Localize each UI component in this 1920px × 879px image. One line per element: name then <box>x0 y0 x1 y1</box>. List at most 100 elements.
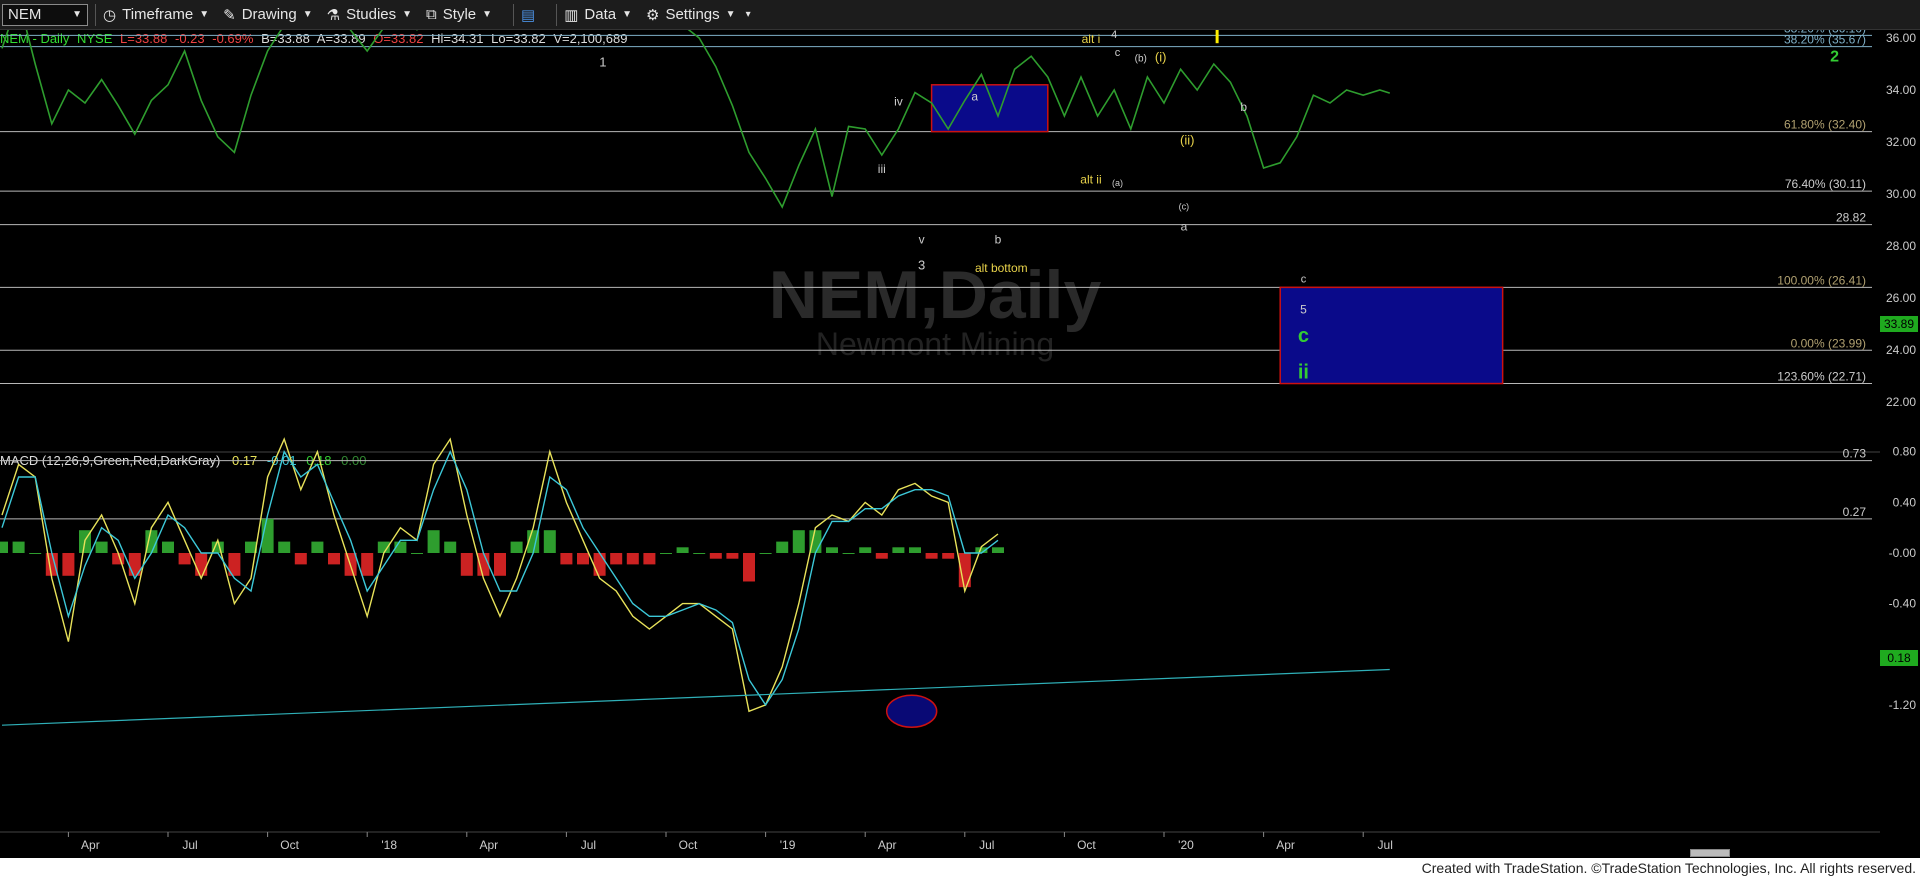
time-tick-label: Oct <box>679 838 698 852</box>
histogram-bar <box>610 553 623 565</box>
histogram-bar <box>942 553 955 559</box>
wave-label: c <box>1115 47 1121 59</box>
price-chart[interactable]: NEM - Daily NYSE L=33.88 -0.23 -0.69% B=… <box>0 30 1920 858</box>
target-box <box>930 84 1049 133</box>
histogram-bar <box>925 553 938 559</box>
histogram-bar <box>577 553 589 565</box>
histogram-bar <box>494 553 506 576</box>
symbol-input[interactable]: NEM ▼ <box>2 3 88 26</box>
wave-label: alt bottom <box>975 261 1028 275</box>
histogram-bar <box>311 541 324 553</box>
histogram-bar <box>12 541 25 553</box>
wave-label: alt ii <box>1080 173 1101 187</box>
low-price: Lo=33.82 <box>491 31 546 46</box>
drawing-label: Drawing <box>241 6 297 23</box>
time-tick-label: Jul <box>1378 838 1393 852</box>
wave-label: iv <box>894 95 903 109</box>
price-tick-label: 34.00 <box>1886 83 1916 97</box>
layout-button[interactable]: ▤ <box>521 6 535 24</box>
wave-label: (c) <box>1179 202 1190 212</box>
timeframe-menu[interactable]: ◷ Timeframe ▼ <box>103 6 209 24</box>
high-price: Hi=34.31 <box>431 31 483 46</box>
chevron-down-icon: ▼ <box>725 9 736 20</box>
histogram-bar <box>95 541 108 553</box>
chevron-down-icon: ▼ <box>72 9 82 20</box>
price-tick-label: 28.00 <box>1886 239 1916 253</box>
quote-header: NEM - Daily NYSE L=33.88 -0.23 -0.69% B=… <box>0 31 627 46</box>
toolbar-divider <box>513 3 515 26</box>
wave-label: a <box>971 89 978 103</box>
histogram-bar <box>776 541 789 553</box>
histogram-bar <box>294 553 307 565</box>
time-tick-label: '20 <box>1178 838 1194 852</box>
wave-label: 5 <box>1300 303 1307 317</box>
macd-tick-label: 0.40 <box>1893 495 1917 509</box>
macd-low-circle <box>885 694 938 728</box>
chevron-down-icon: ▼ <box>622 9 632 20</box>
histogram-bar <box>460 553 473 576</box>
wave-label: c <box>1298 325 1309 347</box>
time-axis: Apr Jul Oct '18 Apr Jul Oct '19 Apr Jul Oct '20 Apr J… <box>67 832 1393 852</box>
time-scrollbar[interactable] <box>1690 849 1730 857</box>
chevron-down-icon: ▼ <box>482 9 493 20</box>
histogram-bar <box>726 553 739 559</box>
macd-axis: 0.800.40-0.00-0.40-0.80-1.20 <box>1889 445 1917 712</box>
time-tick-label: Apr <box>479 838 498 852</box>
histogram-bar <box>162 541 174 553</box>
wave-label: alt i <box>1082 32 1101 46</box>
fib-level-label: 76.40% (30.11) <box>1785 177 1866 191</box>
toolbar: NEM ▼ ◷ Timeframe ▼ ✎ Drawing ▼ ⚗ Studie… <box>0 0 1920 30</box>
price-tick-label: 30.00 <box>1886 187 1916 201</box>
symbol-label: NEM - Daily <box>0 31 70 46</box>
histogram-bar <box>195 553 208 576</box>
studies-label: Studies <box>346 6 397 23</box>
histogram-bar <box>992 547 1004 553</box>
histogram-bar <box>909 547 921 553</box>
histogram-bar <box>859 547 872 553</box>
flask-icon: ⚗ <box>326 6 341 24</box>
time-tick-label: Jul <box>182 838 197 852</box>
macd-value-marker: 0.18 <box>1880 650 1918 666</box>
time-tick-label: Jul <box>979 838 994 852</box>
style-menu[interactable]: ⧉ Style ▼ <box>426 6 492 23</box>
histogram-bar <box>411 553 423 554</box>
price-tick-label: 36.00 <box>1886 31 1916 45</box>
wave-label: b <box>1240 100 1247 114</box>
studies-menu[interactable]: ⚗ Studies ▼ <box>327 6 412 24</box>
histogram-bar <box>543 530 556 553</box>
price-tick-label: 32.00 <box>1886 135 1916 149</box>
price-axis: 22.00 24.00 26.00 28.00 30.00 32.00 34.00 36.00… <box>1886 31 1916 409</box>
drawing-menu[interactable]: ✎ Drawing ▼ <box>223 6 313 24</box>
histogram-bar <box>676 547 689 553</box>
histogram-bar <box>643 553 656 565</box>
histogram-bar <box>278 541 291 553</box>
time-tick-label: Apr <box>878 838 897 852</box>
histogram-bar <box>743 553 755 582</box>
copyright-footer: Created with TradeStation. ©TradeStation… <box>0 858 1920 879</box>
wave-label: ii <box>1298 362 1309 384</box>
gear-icon: ⚙ <box>646 6 660 24</box>
net-change: -0.23 <box>175 31 205 46</box>
data-label: Data <box>584 6 617 23</box>
data-menu[interactable]: ▥ Data ▼ <box>564 6 632 24</box>
price-series <box>1 30 1391 209</box>
chevron-down-icon: ▼ <box>199 9 210 20</box>
layout-icon: ▤ <box>521 6 536 24</box>
wave-label: (b) <box>1135 53 1147 64</box>
price-tick-label: 26.00 <box>1886 291 1916 305</box>
histogram-bar <box>427 530 440 553</box>
wave-label: iii <box>878 162 886 176</box>
price-tick-label: 22.00 <box>1886 395 1916 409</box>
wave-label: (i) <box>1155 49 1167 64</box>
histogram-bar <box>510 541 523 553</box>
settings-menu[interactable]: ⚙ Settings ▼ ▾ <box>646 6 751 24</box>
fib-level-label: 0.00% (23.99) <box>1791 336 1866 350</box>
histogram-bar <box>660 553 672 554</box>
time-tick-label: Apr <box>1276 838 1295 852</box>
histogram-bar <box>593 553 606 576</box>
histogram-bar <box>62 553 75 576</box>
time-tick-label: '19 <box>780 838 796 852</box>
watermark-company: Newmont Mining <box>816 326 1054 362</box>
clock-icon: ◷ <box>103 6 117 24</box>
time-tick-label: Oct <box>280 838 299 852</box>
